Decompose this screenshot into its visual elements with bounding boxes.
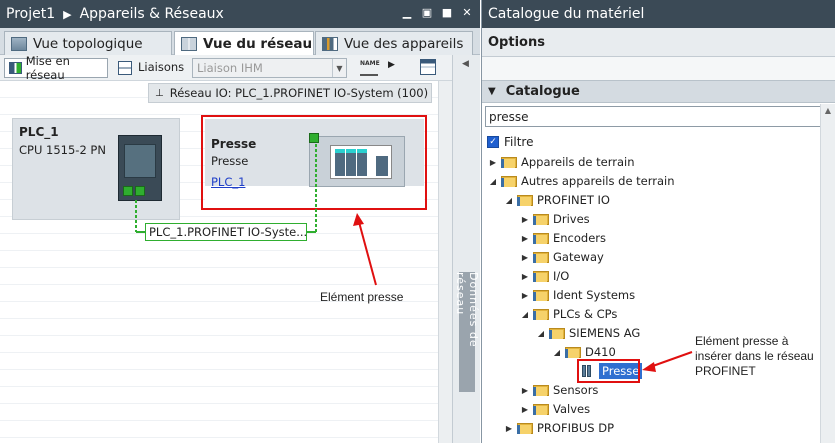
- options-header[interactable]: Options: [482, 28, 835, 57]
- scroll-up-icon[interactable]: ▲: [821, 104, 835, 118]
- collapse-arrow-icon[interactable]: ◢: [488, 177, 498, 186]
- io-system-label: ⊥ Réseau IO: PLC_1.PROFINET IO-System (1…: [148, 83, 432, 103]
- expand-arrow-icon[interactable]: ▶: [520, 215, 530, 224]
- topology-icon: [11, 36, 27, 51]
- network-view-pane: Projet1 ▶ Appareils & Réseaux ▁ ▣ ■ ✕ Vu…: [0, 0, 480, 443]
- breadcrumb-devices[interactable]: Appareils & Réseaux: [80, 6, 224, 22]
- checkbox-checked-icon[interactable]: ✓: [487, 136, 499, 148]
- expand-arrow-icon[interactable]: ▶: [520, 405, 530, 414]
- folder-icon: [533, 251, 549, 263]
- catalog-header[interactable]: ▼ Catalogue: [482, 80, 835, 103]
- expand-arrow-icon[interactable]: ▶: [520, 234, 530, 243]
- tree-item-field-devices[interactable]: ▶ Appareils de terrain: [488, 153, 635, 171]
- catalog-presse-highlight-box: [577, 359, 640, 383]
- catalog-scrollbar[interactable]: ▲: [820, 104, 835, 443]
- collapse-arrow-icon[interactable]: ◢: [504, 196, 514, 205]
- folder-icon: [533, 213, 549, 225]
- catalog-search-input[interactable]: [485, 106, 832, 127]
- connections-label: Liaisons: [138, 60, 185, 74]
- chevron-down-icon: ▼: [488, 86, 496, 97]
- folder-icon: [517, 422, 533, 434]
- breadcrumb-separator-icon: ▶: [63, 7, 72, 21]
- network-connect-icon: [9, 62, 22, 74]
- profinet-port-icon[interactable]: [123, 186, 133, 196]
- plc-name: PLC_1: [19, 125, 59, 139]
- catalog-title: Catalogue du matériel: [488, 6, 645, 22]
- plc-type: CPU 1515-2 PN: [19, 143, 106, 157]
- profinet-network-label[interactable]: PLC_1.PROFINET IO-Syste...: [145, 223, 307, 241]
- editor-title-bar: Projet1 ▶ Appareils & Réseaux ▁ ▣ ■ ✕: [0, 0, 480, 28]
- tree-item-plcs-cps[interactable]: ◢ PLCs & CPs: [520, 305, 617, 323]
- tree-item-io[interactable]: ▶ I/O: [520, 267, 569, 285]
- folder-icon: [501, 175, 517, 187]
- tab-topology-view[interactable]: Vue topologique: [4, 31, 172, 55]
- folder-icon: [549, 327, 565, 339]
- canvas-scrollbar[interactable]: [438, 81, 452, 443]
- breadcrumb-project[interactable]: Projet1: [6, 6, 55, 22]
- catalog-callout: Elément presse à insérer dans le réseau …: [695, 334, 814, 378]
- network-data-side-tab[interactable]: Données de réseau: [454, 272, 480, 392]
- folder-icon: [533, 384, 549, 396]
- devices-icon: [322, 36, 338, 51]
- connections-icon[interactable]: [118, 61, 132, 75]
- folder-icon: [501, 156, 517, 168]
- tree-item-gateway[interactable]: ▶ Gateway: [520, 248, 604, 266]
- collapse-arrow-icon[interactable]: ◢: [552, 348, 562, 357]
- folder-icon: [533, 270, 549, 282]
- tree-item-other-field-devices[interactable]: ◢ Autres appareils de terrain: [488, 172, 675, 190]
- folder-icon: [533, 403, 549, 415]
- connection-type-select[interactable]: Liaison IHM ▼: [192, 58, 347, 78]
- tab-device-view[interactable]: Vue des appareils: [315, 31, 473, 55]
- presse-highlight-box: [201, 115, 427, 210]
- folder-icon: [533, 289, 549, 301]
- network-button[interactable]: Mise en réseau: [4, 54, 108, 82]
- network-toolbar: Mise en réseau Liaisons Liaison IHM ▼ NA…: [0, 54, 452, 82]
- collapse-arrow-icon[interactable]: ◢: [536, 329, 546, 338]
- minimize-icon[interactable]: ▁: [400, 6, 414, 20]
- options-body: [482, 57, 835, 80]
- collapse-arrow-icon[interactable]: ◀: [462, 59, 469, 69]
- tree-item-profinet-io[interactable]: ◢ PROFINET IO: [504, 191, 610, 209]
- expand-arrow-icon[interactable]: ▶: [488, 158, 498, 167]
- pin-icon[interactable]: ⊥: [155, 88, 164, 99]
- expand-arrow-icon[interactable]: ▶: [520, 386, 530, 395]
- folder-icon: [517, 194, 533, 206]
- presse-callout-text: Elément presse: [320, 290, 404, 304]
- tree-item-siemens-ag[interactable]: ◢ SIEMENS AG: [536, 324, 640, 342]
- more-arrow-icon[interactable]: ▶: [388, 60, 395, 70]
- network-icon: [181, 37, 197, 51]
- folder-icon: [533, 232, 549, 244]
- folder-icon: [565, 346, 581, 358]
- expand-arrow-icon[interactable]: ▶: [520, 291, 530, 300]
- collapse-arrow-icon[interactable]: ◢: [520, 310, 530, 319]
- chevron-down-icon: ▼: [332, 59, 346, 77]
- close-icon[interactable]: ✕: [460, 6, 474, 20]
- tree-item-ident-systems[interactable]: ▶ Ident Systems: [520, 286, 635, 304]
- tree-item-valves[interactable]: ▶ Valves: [520, 400, 590, 418]
- view-tabs: Vue topologique Vue du réseau Vue des ap…: [0, 28, 480, 56]
- name-tag-icon[interactable]: NAME: [360, 60, 380, 76]
- tab-network-view[interactable]: Vue du réseau: [174, 31, 314, 56]
- expand-arrow-icon[interactable]: ▶: [504, 424, 514, 433]
- folder-icon: [533, 308, 549, 320]
- expand-arrow-icon[interactable]: ▶: [520, 272, 530, 281]
- tree-item-drives[interactable]: ▶ Drives: [520, 210, 590, 228]
- tree-item-encoders[interactable]: ▶ Encoders: [520, 229, 606, 247]
- restore-icon[interactable]: ▣: [420, 6, 434, 20]
- filter-checkbox[interactable]: ✓ Filtre: [487, 135, 533, 149]
- catalog-title-bar: Catalogue du matériel: [482, 0, 835, 28]
- table-view-icon[interactable]: [420, 59, 436, 75]
- maximize-icon[interactable]: ■: [440, 6, 454, 20]
- expand-arrow-icon[interactable]: ▶: [520, 253, 530, 262]
- tree-item-sensors[interactable]: ▶ Sensors: [520, 381, 599, 399]
- tree-item-profibus-dp[interactable]: ▶ PROFIBUS DP: [504, 419, 614, 437]
- profinet-port-icon[interactable]: [135, 186, 145, 196]
- cpu-module-icon: [118, 135, 162, 201]
- plc-device-card[interactable]: PLC_1 CPU 1515-2 PN: [12, 118, 180, 220]
